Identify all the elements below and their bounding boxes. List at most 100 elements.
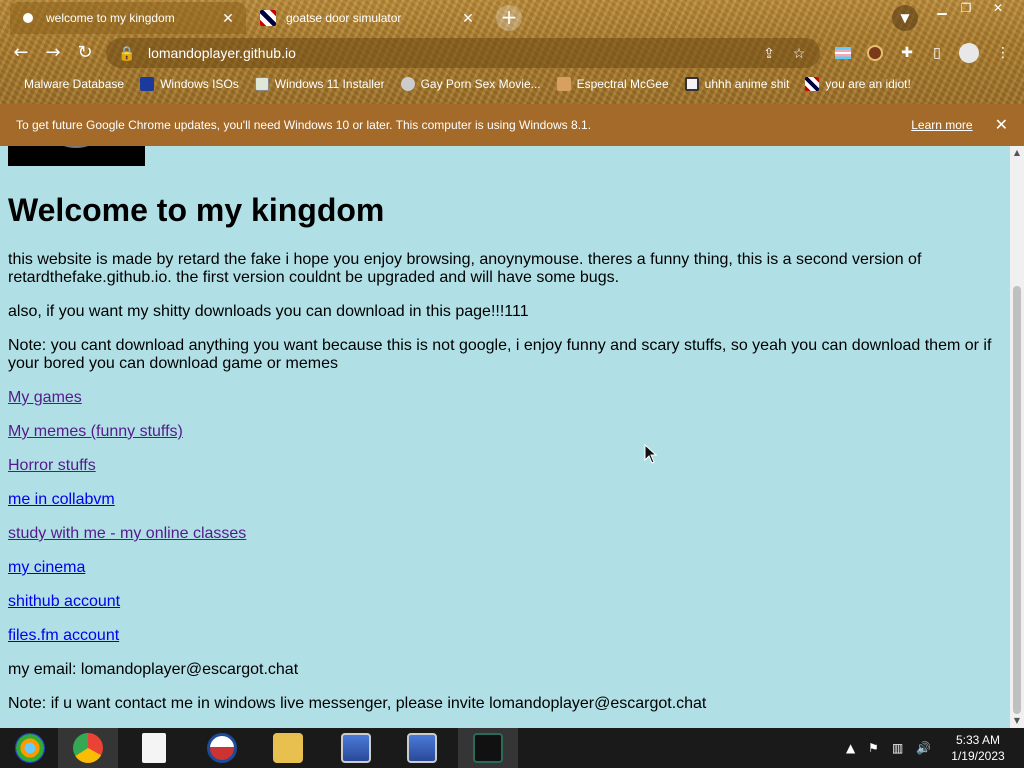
bookmark-label: uhhh anime shit <box>704 77 790 91</box>
bookmark-label: Gay Porn Sex Movie... <box>420 77 541 91</box>
document-icon <box>142 733 166 763</box>
url-text: lomandoplayer.github.io <box>148 45 296 61</box>
network-icon[interactable]: ▥ <box>892 728 903 768</box>
taskbar-vm-app[interactable] <box>458 728 518 768</box>
learn-more-link[interactable]: Learn more <box>911 118 972 132</box>
site-logo-image <box>8 146 145 166</box>
terminal-window-icon <box>473 733 503 763</box>
taskbar-chrome[interactable] <box>58 728 118 768</box>
taskbar-setup-2[interactable] <box>392 728 452 768</box>
bookmark-windows-isos[interactable]: Windows ISOs <box>132 77 247 91</box>
lock-icon[interactable]: 🔒 <box>118 45 136 62</box>
link-collabvm[interactable]: me in collabvm <box>8 491 115 509</box>
clock-date: 1/19/2023 <box>951 749 1005 763</box>
taskbar-obama[interactable] <box>192 728 252 768</box>
browser-chrome: welcome to my kingdom ✕ goatse door simu… <box>0 0 1024 104</box>
chrome-icon <box>73 733 103 763</box>
bookmark-label: Espectral McGee <box>576 77 669 91</box>
scroll-down-arrow-icon[interactable]: ▼ <box>1010 714 1024 728</box>
tab-title: goatse door simulator <box>286 11 402 25</box>
link-my-memes[interactable]: My memes (funny stuffs) <box>8 423 183 441</box>
film-reel-icon <box>400 77 415 91</box>
tray-overflow-arrow-icon[interactable]: ▲ <box>846 728 855 768</box>
scrollbar-thumb[interactable] <box>1013 286 1021 714</box>
uk-flag-icon <box>805 77 820 91</box>
bookmark-label: Windows ISOs <box>160 77 239 91</box>
side-panel-icon[interactable]: ▯ <box>926 42 948 64</box>
tab-close-icon[interactable]: ✕ <box>460 10 476 27</box>
infobar-close-icon[interactable]: ✕ <box>995 115 1008 135</box>
link-filesfm-account[interactable]: files.fm account <box>8 627 119 645</box>
scroll-up-arrow-icon[interactable]: ▲ <box>1010 146 1024 160</box>
globe-icon <box>20 10 36 26</box>
page-title: Welcome to my kingdom <box>8 192 385 228</box>
intro-paragraph: this website is made by retard the fake … <box>8 251 922 286</box>
close-window-button[interactable]: ✕ <box>980 0 1016 18</box>
tab-close-icon[interactable]: ✕ <box>220 10 236 27</box>
link-my-cinema[interactable]: my cinema <box>8 559 85 577</box>
restore-button[interactable]: ❐ <box>952 0 980 18</box>
character-icon <box>556 77 571 91</box>
toolbar: ← → ↻ 🔒 lomandoplayer.github.io ⇪ ☆ ✚ ▯ … <box>0 36 1024 70</box>
anime-face-icon <box>684 77 699 91</box>
bookmark-espectral-mcgee[interactable]: Espectral McGee <box>549 77 677 91</box>
new-tab-button[interactable]: + <box>496 5 522 31</box>
menu-icon[interactable]: ⋮ <box>992 42 1014 64</box>
bookmark-malware-database[interactable]: Malware Database <box>16 77 132 91</box>
email-text: my email: lomandoplayer@escargot.chat <box>8 661 299 678</box>
downloads-paragraph: also, if you want my shitty downloads yo… <box>8 303 529 320</box>
update-infobar: To get future Google Chrome updates, you… <box>0 104 1024 146</box>
uk-flag-icon <box>260 10 276 26</box>
bookmark-windows-11-installer[interactable]: Windows 11 Installer <box>247 77 393 91</box>
clock-time: 5:33 AM <box>955 733 1001 747</box>
bookmark-label: Windows 11 Installer <box>274 77 385 91</box>
forward-button[interactable]: → <box>40 40 66 66</box>
bookmark-label: Malware Database <box>24 77 125 91</box>
infobar-message: To get future Google Chrome updates, you… <box>16 118 592 132</box>
back-button[interactable]: ← <box>8 40 34 66</box>
tab-welcome[interactable]: welcome to my kingdom ✕ <box>10 2 246 34</box>
bookmarks-bar: Malware Database Windows ISOs Windows 11… <box>0 72 1024 96</box>
taskbar-notepad[interactable] <box>124 728 184 768</box>
profile-icon[interactable] <box>958 42 980 64</box>
extension-flag-icon[interactable] <box>832 42 854 64</box>
extensions-puzzle-icon[interactable]: ✚ <box>896 42 918 64</box>
x-logo-icon <box>140 77 155 91</box>
volume-icon[interactable]: 🔊 <box>916 728 931 768</box>
bookmark-star-icon[interactable]: ☆ <box>790 45 808 62</box>
link-my-games[interactable]: My games <box>8 389 82 407</box>
mouse-cursor-icon <box>644 444 658 464</box>
address-bar[interactable]: 🔒 lomandoplayer.github.io ⇪ ☆ <box>106 38 820 68</box>
tab-strip: welcome to my kingdom ✕ goatse door simu… <box>0 0 1024 34</box>
page-content: Welcome to my kingdom this website is ma… <box>8 146 1002 728</box>
window-image-icon <box>254 77 269 91</box>
link-shithub-account[interactable]: shithub account <box>8 593 120 611</box>
taskbar-setup-1[interactable] <box>326 728 386 768</box>
tab-title: welcome to my kingdom <box>46 11 175 25</box>
taskbar: ▲ ⚑ ▥ 🔊 5:33 AM 1/19/2023 <box>0 728 1024 768</box>
installer-icon <box>407 733 437 763</box>
bookmark-anime[interactable]: uhhh anime shit <box>677 77 798 91</box>
installer-icon <box>341 733 371 763</box>
taskbar-file-explorer[interactable] <box>258 728 318 768</box>
note-paragraph: Note: you cant download anything you wan… <box>8 337 992 372</box>
link-horror-stuffs[interactable]: Horror stuffs <box>8 457 96 475</box>
messenger-note: Note: if u want contact me in windows li… <box>8 695 707 712</box>
bookmark-movie[interactable]: Gay Porn Sex Movie... <box>393 77 549 91</box>
vertical-scrollbar[interactable]: ▲ ▼ <box>1010 146 1024 728</box>
folder-icon <box>273 733 303 763</box>
bookmark-you-are-an-idiot[interactable]: you are an idiot! <box>797 77 918 91</box>
system-clock[interactable]: 5:33 AM 1/19/2023 <box>940 732 1016 764</box>
start-button[interactable] <box>0 728 60 768</box>
action-center-flag-icon[interactable]: ⚑ <box>868 728 879 768</box>
bookmark-label: you are an idiot! <box>825 77 911 91</box>
tab-search-button[interactable]: ▼ <box>892 5 918 31</box>
tab-goatse[interactable]: goatse door simulator ✕ <box>250 2 486 34</box>
page-viewport: Welcome to my kingdom this website is ma… <box>0 146 1010 728</box>
share-icon[interactable]: ⇪ <box>760 45 778 62</box>
reload-button[interactable]: ↻ <box>72 40 98 66</box>
obama-logo-icon <box>207 733 237 763</box>
extension-avatar-icon[interactable] <box>864 42 886 64</box>
link-online-classes[interactable]: study with me - my online classes <box>8 525 246 543</box>
start-orb-icon <box>15 733 45 763</box>
